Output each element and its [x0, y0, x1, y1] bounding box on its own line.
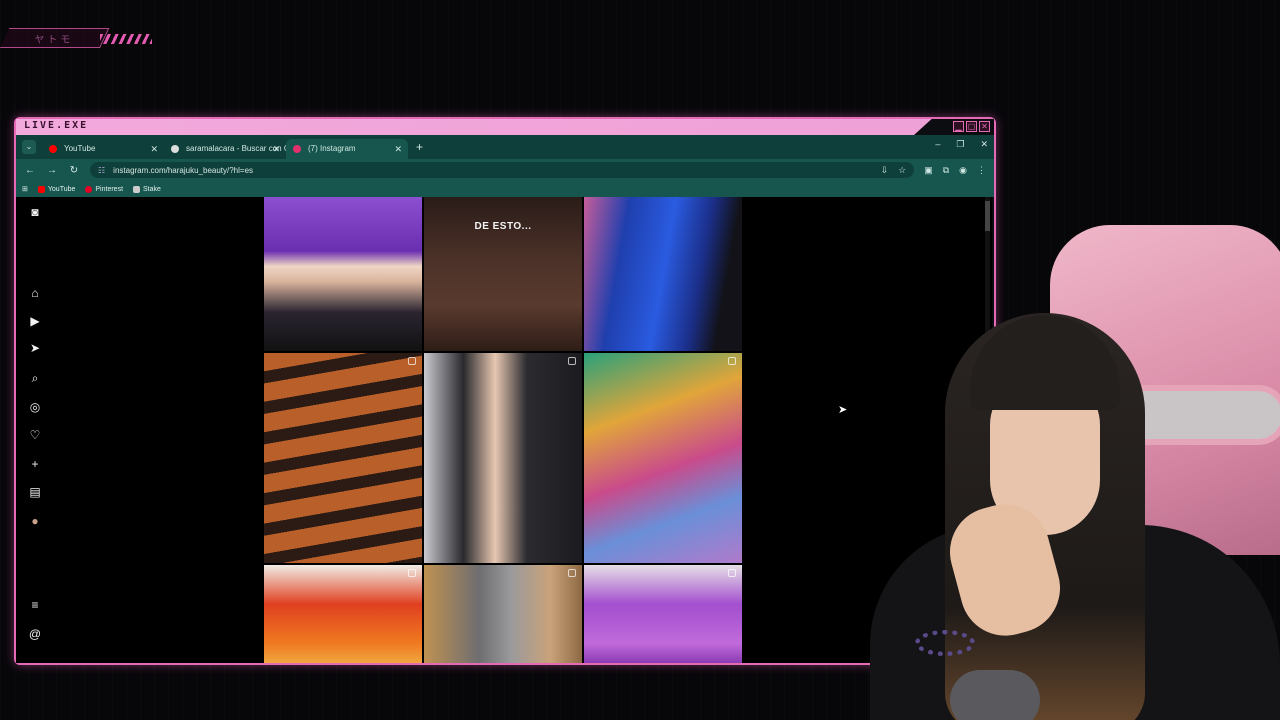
- tab-title: saramalacara - Buscar con Goo: [186, 144, 286, 153]
- post-thumbnail[interactable]: [264, 197, 422, 351]
- bookmark-star-icon[interactable]: ☆: [898, 165, 906, 176]
- window-title: LIVE.EXE: [24, 120, 89, 131]
- overlay-stripes: [100, 34, 152, 44]
- carousel-icon: [728, 357, 736, 365]
- profile-avatar[interactable]: ●: [28, 514, 42, 528]
- instagram-page: ◙ ⌂ ▶ ➤ ⌕ ◎ ♡ + ▤ ● ≡ @ DE ESTO...: [16, 197, 992, 663]
- post-thumbnail[interactable]: [424, 565, 582, 663]
- address-bar[interactable]: ☷ ⇩ ☆: [90, 162, 915, 178]
- bookmarks-bar: ⊞ YouTube Pinterest Stake: [16, 181, 994, 197]
- overlay-tag: ヤトモ: [0, 28, 110, 48]
- bookmark-label: YouTube: [47, 185, 76, 193]
- reload-icon[interactable]: ↻: [68, 165, 80, 176]
- extension-icon[interactable]: ▣: [924, 165, 933, 176]
- frame-minimize-icon: ▁: [953, 121, 964, 132]
- tab-instagram[interactable]: (7) Instagram ✕: [286, 139, 408, 159]
- create-icon[interactable]: +: [28, 457, 42, 471]
- notifications-icon[interactable]: ♡: [28, 428, 42, 442]
- forward-icon[interactable]: →: [46, 165, 58, 176]
- microphone: [950, 670, 1040, 720]
- bookmark-label: Pinterest: [95, 185, 124, 193]
- extensions-puzzle-icon[interactable]: ⧉: [943, 165, 949, 176]
- youtube-favicon-icon: [49, 145, 57, 153]
- overlay-tag-text: ヤトモ: [34, 35, 74, 46]
- tab-search-icon[interactable]: ⌄: [22, 140, 36, 154]
- browser-toolbar: ← → ↻ ☷ ⇩ ☆ ▣ ⧉ ◉ ⋮: [16, 159, 994, 181]
- webcam-overlay: [850, 225, 1280, 720]
- post-thumbnail[interactable]: [264, 353, 422, 563]
- post-thumbnail[interactable]: [584, 353, 742, 563]
- url-input[interactable]: [113, 165, 414, 175]
- tab-youtube[interactable]: YouTube ✕: [42, 139, 164, 159]
- reels-icon[interactable]: ▶: [28, 314, 42, 328]
- browser-tabstrip: ⌄ YouTube ✕ saramalacara - Buscar con Go…: [16, 135, 994, 159]
- carousel-icon: [408, 357, 416, 365]
- back-icon[interactable]: ←: [24, 165, 36, 176]
- profile-icon[interactable]: ◉: [959, 165, 967, 176]
- bookmark-label: Stake: [143, 185, 161, 193]
- messages-icon[interactable]: ➤: [28, 341, 42, 355]
- frame-close-icon: ✕: [979, 121, 990, 132]
- frame-maximize-icon: ▢: [966, 121, 977, 132]
- bookmark-stake[interactable]: Stake: [133, 185, 161, 193]
- post-thumbnail[interactable]: [584, 197, 742, 351]
- carousel-icon: [568, 569, 576, 577]
- post-thumbnail[interactable]: [584, 565, 742, 663]
- tab-close-icon[interactable]: ✕: [150, 139, 158, 159]
- apps-grid-icon[interactable]: ⊞: [22, 185, 28, 193]
- close-window-icon[interactable]: ✕: [980, 139, 988, 150]
- post-caption-overlay: DE ESTO...: [474, 221, 532, 232]
- stream-canvas: ヤトモ LIVE.EXE ▁ ▢ ✕ ⌄ YouTube ✕ saramalac…: [0, 0, 1280, 720]
- tab-title: YouTube: [64, 144, 96, 153]
- bookmark-pinterest[interactable]: Pinterest: [85, 185, 124, 193]
- instagram-favicon-icon: [293, 145, 301, 153]
- bracelet: [915, 630, 975, 656]
- window-titlebar: LIVE.EXE ▁ ▢ ✕: [16, 119, 994, 135]
- dashboard-icon[interactable]: ▤: [28, 485, 42, 499]
- stake-bookmark-icon: [133, 185, 141, 193]
- post-thumbnail[interactable]: [264, 565, 422, 663]
- minimize-icon[interactable]: –: [935, 139, 940, 150]
- site-info-icon[interactable]: ☷: [98, 166, 105, 175]
- carousel-icon: [568, 357, 576, 365]
- instagram-sidebar: ◙ ⌂ ▶ ➤ ⌕ ◎ ♡ + ▤ ● ≡ @: [16, 197, 54, 663]
- carousel-icon: [408, 569, 416, 577]
- post-grid: DE ESTO...: [264, 197, 742, 663]
- explore-icon[interactable]: ◎: [28, 400, 42, 414]
- tab-close-icon[interactable]: ✕: [394, 139, 402, 159]
- more-menu-icon[interactable]: ≡: [28, 598, 42, 612]
- post-thumbnail[interactable]: DE ESTO...: [424, 197, 582, 351]
- live-exe-window: LIVE.EXE ▁ ▢ ✕ ⌄ YouTube ✕ saramalacara …: [14, 117, 996, 665]
- instagram-logo-icon[interactable]: ◙: [28, 205, 42, 219]
- youtube-bookmark-icon: [37, 185, 45, 193]
- mouse-cursor-icon: ➤: [838, 404, 848, 416]
- tab-google-search[interactable]: saramalacara - Buscar con Goo ✕: [164, 139, 286, 159]
- post-thumbnail[interactable]: [424, 353, 582, 563]
- search-icon[interactable]: ⌕: [28, 371, 42, 385]
- threads-icon[interactable]: @: [28, 627, 42, 641]
- carousel-icon: [728, 569, 736, 577]
- google-favicon-icon: [171, 145, 179, 153]
- pinterest-bookmark-icon: [85, 185, 93, 193]
- browser-menu-icon[interactable]: ⋮: [977, 165, 986, 176]
- restore-icon[interactable]: ❐: [956, 139, 964, 150]
- install-app-icon[interactable]: ⇩: [881, 165, 889, 176]
- bookmark-youtube[interactable]: YouTube: [37, 185, 76, 193]
- tab-title: (7) Instagram: [308, 144, 356, 153]
- tab-close-icon[interactable]: ✕: [272, 139, 280, 159]
- new-tab-button[interactable]: +: [416, 138, 423, 156]
- home-icon[interactable]: ⌂: [28, 286, 42, 300]
